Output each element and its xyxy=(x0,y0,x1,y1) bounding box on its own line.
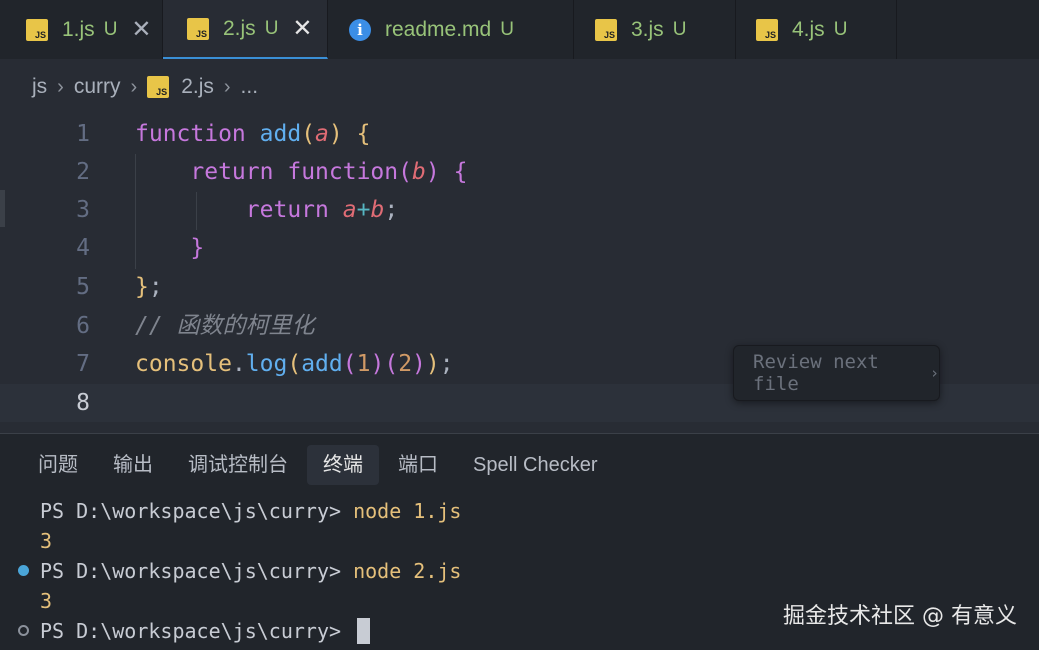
close-icon[interactable]: ✕ xyxy=(131,15,151,44)
chevron-right-icon: › xyxy=(223,75,231,98)
tab-1-js[interactable]: JS 1.js U ✕ xyxy=(0,0,163,59)
terminal-line: PS D:\workspace\js\curry> node 2.js xyxy=(40,559,462,583)
chevron-right-icon: › xyxy=(929,364,939,382)
breadcrumb-item-file[interactable]: 2.js xyxy=(181,75,214,99)
tab-label: 1.js xyxy=(62,17,95,41)
js-file-icon: JS xyxy=(756,18,778,41)
code-text: return a+b; xyxy=(245,197,399,223)
js-file-icon: JS xyxy=(187,17,209,40)
tab-debug-console[interactable]: 调试控制台 xyxy=(172,445,304,485)
tab-problems[interactable]: 问题 xyxy=(22,445,94,485)
watermark: 掘金技术社区 @ 有意义 xyxy=(783,604,1017,629)
line-number: 4 xyxy=(76,235,90,261)
breadcrumb: js › curry › JS 2.js › ... xyxy=(0,59,1039,115)
code-editor[interactable]: 1 function add(a) { 2 return function(b)… xyxy=(0,115,1039,433)
review-label: Review next file xyxy=(753,351,879,395)
tab-terminal[interactable]: 终端 xyxy=(307,445,379,485)
js-file-icon: JS xyxy=(595,18,617,41)
code-text: return function(b) { xyxy=(190,159,468,185)
code-comment: // 函数的柯里化 xyxy=(135,313,315,339)
line-number: 3 xyxy=(76,197,90,223)
code-text: console.log(add(1)(2)); xyxy=(135,351,454,377)
line-number: 6 xyxy=(76,313,90,339)
editor-tab-bar: JS 1.js U ✕ JS 2.js U ✕ i readme.md U JS… xyxy=(0,0,1039,59)
terminal-output: 3 xyxy=(40,529,53,553)
code-text: }; xyxy=(135,274,163,300)
code-text: function add(a) { xyxy=(135,121,371,147)
code-text: } xyxy=(190,235,205,261)
breadcrumb-item-curry[interactable]: curry xyxy=(74,75,121,99)
chevron-right-icon: › xyxy=(57,75,64,98)
line-number: 1 xyxy=(76,121,90,147)
tab-label: 3.js xyxy=(631,17,664,41)
code-line: 4 } xyxy=(0,229,1039,267)
info-icon: i xyxy=(349,18,371,41)
untracked-badge: U xyxy=(500,18,514,40)
js-file-icon: JS xyxy=(26,18,48,41)
code-line: 6 // 函数的柯里化 xyxy=(0,307,1039,345)
tab-label: 2.js xyxy=(223,16,256,40)
breadcrumb-item-js[interactable]: js xyxy=(32,75,47,99)
terminal-line: PS D:\workspace\js\curry> xyxy=(40,616,371,646)
untracked-badge: U xyxy=(672,18,687,40)
close-icon[interactable]: ✕ xyxy=(292,14,312,43)
untracked-badge: U xyxy=(264,17,279,39)
terminal-cursor xyxy=(357,617,371,644)
review-next-file-button[interactable]: Review next file › xyxy=(733,345,940,401)
command-pending-dot-icon[interactable] xyxy=(18,625,29,636)
untracked-badge: U xyxy=(833,18,848,40)
command-success-dot-icon[interactable] xyxy=(18,565,29,576)
tab-2-js[interactable]: JS 2.js U ✕ xyxy=(163,0,328,59)
panel-tabs: 问题 输出 调试控制台 终端 端口 Spell Checker xyxy=(22,444,617,486)
breadcrumb-item-symbols[interactable]: ... xyxy=(241,75,259,99)
tab-label: 4.js xyxy=(792,17,825,41)
js-file-icon: JS xyxy=(147,76,170,98)
tab-label: readme.md xyxy=(385,17,492,41)
code-line: 5 }; xyxy=(0,268,1039,306)
code-line: 2 return function(b) { xyxy=(0,153,1039,191)
tab-ports[interactable]: 端口 xyxy=(382,445,454,485)
terminal-line: PS D:\workspace\js\curry> node 1.js xyxy=(40,499,462,523)
line-number: 5 xyxy=(76,274,90,300)
tab-readme-md[interactable]: i readme.md U xyxy=(328,0,574,59)
code-line: 3 return a+b; xyxy=(0,191,1039,229)
line-number: 8 xyxy=(76,390,90,416)
terminal-output: 3 xyxy=(40,589,53,613)
chevron-right-icon: › xyxy=(130,75,138,98)
tab-spell-checker[interactable]: Spell Checker xyxy=(457,445,614,485)
code-line: 1 function add(a) { xyxy=(0,115,1039,153)
untracked-badge: U xyxy=(103,18,118,40)
tab-3-js[interactable]: JS 3.js U xyxy=(574,0,736,59)
line-number: 7 xyxy=(76,351,90,377)
line-number: 2 xyxy=(76,159,90,185)
tab-output[interactable]: 输出 xyxy=(97,445,169,485)
tab-4-js[interactable]: JS 4.js U xyxy=(736,0,897,59)
